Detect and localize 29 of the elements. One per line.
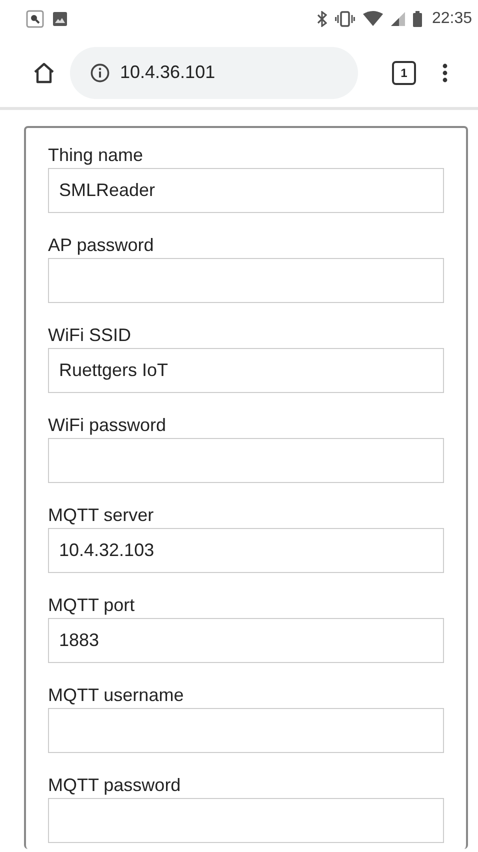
- battery-icon: [412, 11, 422, 27]
- input-field[interactable]: [48, 708, 444, 753]
- menu-icon[interactable]: [442, 62, 448, 82]
- tab-switcher-button[interactable]: 1: [392, 60, 416, 84]
- input-field[interactable]: [48, 258, 444, 303]
- input-field[interactable]: 10.4.32.103: [48, 528, 444, 573]
- field-label: MQTT port: [48, 594, 136, 616]
- field-label: Thing name: [48, 144, 144, 166]
- input-field[interactable]: SMLReader: [48, 168, 444, 213]
- address-bar[interactable]: 10.4.36.101: [70, 46, 358, 98]
- vibrate-icon: [334, 11, 355, 27]
- wifi-icon: [362, 11, 383, 27]
- field-label: MQTT username: [48, 684, 185, 706]
- home-icon[interactable]: [32, 60, 56, 84]
- image-notification-icon: [52, 11, 68, 27]
- input-field[interactable]: Ruettgers IoT: [48, 348, 444, 393]
- field-label: MQTT password: [48, 774, 182, 796]
- field-label: WiFi password: [48, 414, 168, 436]
- field-label: WiFi SSID: [48, 324, 132, 346]
- clock: 22:35: [432, 10, 472, 28]
- info-icon: [90, 62, 110, 82]
- search-notification-icon: [26, 10, 44, 28]
- input-field[interactable]: [48, 798, 444, 843]
- input-field[interactable]: [48, 438, 444, 483]
- field-label: MQTT server: [48, 504, 155, 526]
- field-label: AP password: [48, 234, 155, 256]
- input-field[interactable]: 1883: [48, 618, 444, 663]
- signal-icon: [390, 12, 405, 26]
- bluetooth-icon: [316, 11, 327, 27]
